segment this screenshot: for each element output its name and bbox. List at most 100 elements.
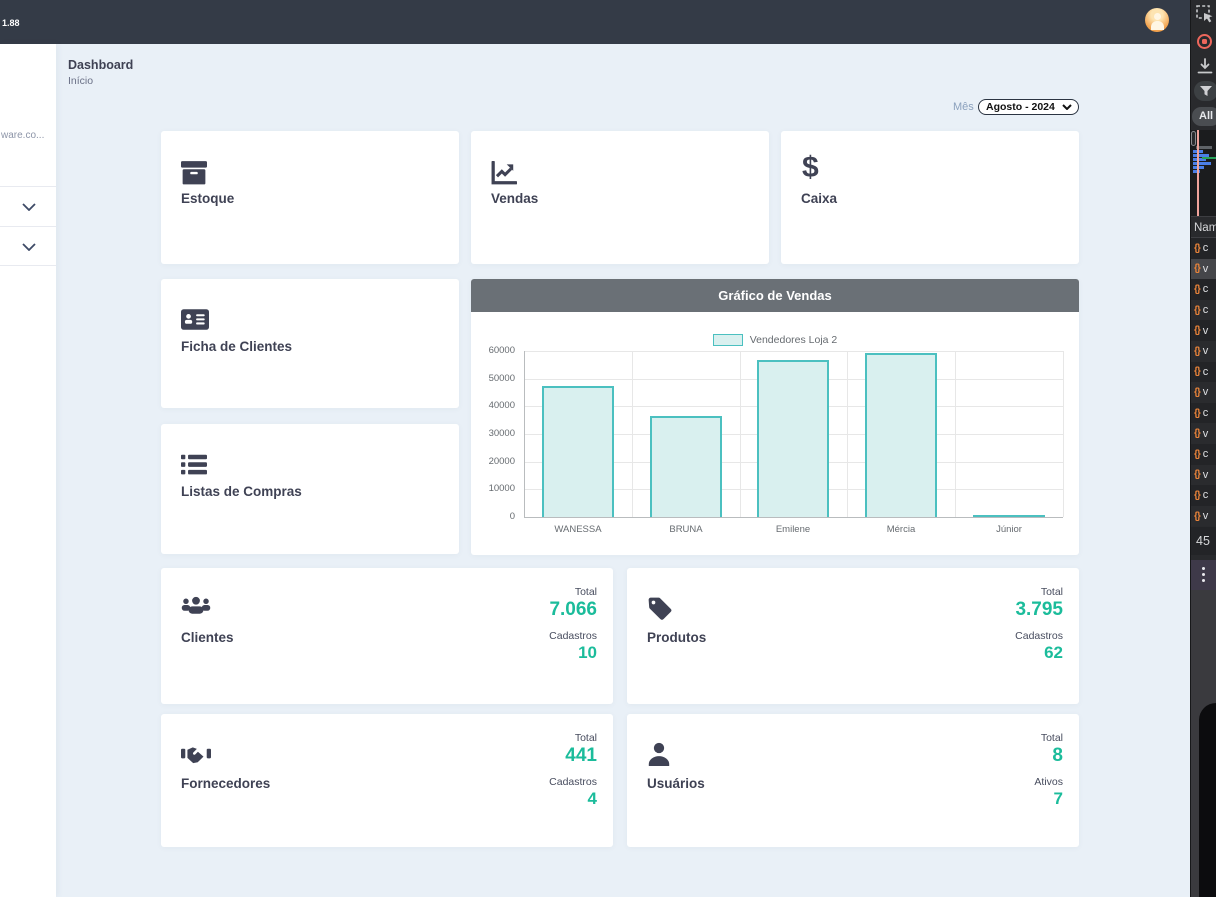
json-braces-icon: {} [1194,305,1200,316]
metric-value: 4 [588,789,597,809]
inspect-element-icon[interactable] [1196,5,1214,23]
network-request-row[interactable]: {}c [1191,362,1216,383]
metric-value: 62 [1044,643,1063,663]
y-tick: 30000 [471,428,515,439]
stat-label: Produtos [647,630,706,645]
user-avatar[interactable] [1145,8,1169,32]
network-request-row[interactable]: {}c [1191,279,1216,300]
metric-value: 441 [565,745,597,767]
gridline [524,351,1063,352]
request-name: c [1203,242,1209,254]
stat-label: Usuários [647,776,705,791]
y-axis [524,351,525,517]
request-name: c [1203,283,1209,295]
bar-junior [973,515,1045,517]
json-braces-icon: {} [1194,366,1200,377]
sidebar-accordion-item-1[interactable] [0,186,56,226]
network-overview-graph[interactable] [1191,130,1216,216]
card-label: Vendas [491,191,538,206]
chart-line-icon [491,161,517,185]
network-request-row[interactable]: {}v [1191,320,1216,341]
metric-label: Ativos [1034,776,1063,788]
metric-label: Cadastros [549,776,597,788]
network-request-row[interactable]: {}v [1191,382,1216,403]
month-select[interactable]: Agosto - 2024 [978,99,1079,115]
chevron-down-icon [22,203,36,211]
stat-label: Clientes [181,630,234,645]
json-braces-icon: {} [1194,243,1200,254]
sidebar-accordion-item-2[interactable] [0,226,56,266]
request-name: v [1203,345,1209,357]
json-braces-icon: {} [1194,325,1200,336]
network-request-row[interactable]: {}c [1191,300,1216,321]
x-tick: Mércia [847,524,955,535]
network-request-row[interactable]: {}c [1191,485,1216,506]
y-tick: 60000 [471,345,515,356]
json-braces-icon: {} [1194,346,1200,357]
produtos-stat-card: Produtos Total 3.795 Cadastros 62 [627,568,1079,704]
metric-value: 10 [578,643,597,663]
x-tick: WANESSA [524,524,632,535]
network-request-row[interactable]: {}v [1191,423,1216,444]
json-braces-icon: {} [1194,263,1200,274]
estoque-card[interactable]: Estoque [161,131,459,264]
gridline [847,351,848,517]
bar-wanessa [542,386,614,517]
network-request-row[interactable]: {}c [1191,403,1216,424]
listas-de-compras-card[interactable]: Listas de Compras [161,424,459,554]
funnel-icon [1200,86,1212,97]
network-request-row[interactable]: {}v [1191,465,1216,486]
request-name: c [1203,489,1209,501]
chevron-down-icon [22,243,36,251]
record-stop-icon[interactable] [1197,34,1212,49]
network-name-column-header[interactable]: Nam [1191,216,1216,238]
json-braces-icon: {} [1194,449,1200,460]
network-request-row[interactable]: {}c [1191,238,1216,259]
breadcrumb: Início [68,75,93,87]
month-filter-label: Mês [953,101,974,113]
filter-all-chip[interactable]: All [1192,107,1216,126]
app-version: 1.88 [2,18,20,28]
metric-label: Total [575,732,597,744]
chart-title: Gráfico de Vendas [471,279,1079,312]
avatar-person-icon [1151,21,1164,30]
tag-icon [647,596,673,622]
fornecedores-stat-card: Fornecedores Total 441 Cadastros 4 [161,714,613,847]
clientes-stat-card: Clientes Total 7.066 Cadastros 10 [161,568,613,704]
id-card-icon [181,309,209,330]
metric-label: Total [575,586,597,598]
metric-label: Cadastros [1015,630,1063,642]
overview-handle [1191,131,1196,146]
ficha-de-clientes-card[interactable]: Ficha de Clientes [161,279,459,408]
metric-value: 7 [1054,789,1063,809]
x-axis [524,517,1063,518]
avatar-person-icon [1154,13,1161,20]
user-icon [647,742,671,766]
x-tick: BRUNA [632,524,740,535]
bar-emilene [757,360,829,517]
card-label: Ficha de Clientes [181,339,292,354]
vendas-card[interactable]: Vendas [471,131,769,264]
gridline [632,351,633,517]
sales-chart-card: Gráfico de Vendas Vendedores Loja 2 6000… [471,279,1079,555]
network-request-row[interactable]: {}v [1191,259,1216,280]
network-request-row[interactable]: {}c [1191,444,1216,465]
metric-value: 7.066 [549,599,597,621]
top-navbar: 1.88 [0,0,1190,44]
request-name: c [1203,407,1209,419]
card-label: Listas de Compras [181,484,302,499]
network-request-row[interactable]: {}v [1191,506,1216,527]
request-name: v [1203,263,1209,275]
y-tick: 50000 [471,373,515,384]
caixa-card[interactable]: $ Caixa [781,131,1079,264]
legend-swatch [713,334,743,346]
kebab-menu-icon[interactable] [1191,560,1216,590]
y-tick: 20000 [471,456,515,467]
record-square [1202,39,1207,44]
request-name: v [1203,325,1209,337]
filter-icon[interactable] [1194,81,1216,101]
download-har-icon[interactable] [1197,58,1213,75]
gridline [740,351,741,517]
network-request-row[interactable]: {}v [1191,341,1216,362]
chart-legend[interactable]: Vendedores Loja 2 [471,333,1079,347]
